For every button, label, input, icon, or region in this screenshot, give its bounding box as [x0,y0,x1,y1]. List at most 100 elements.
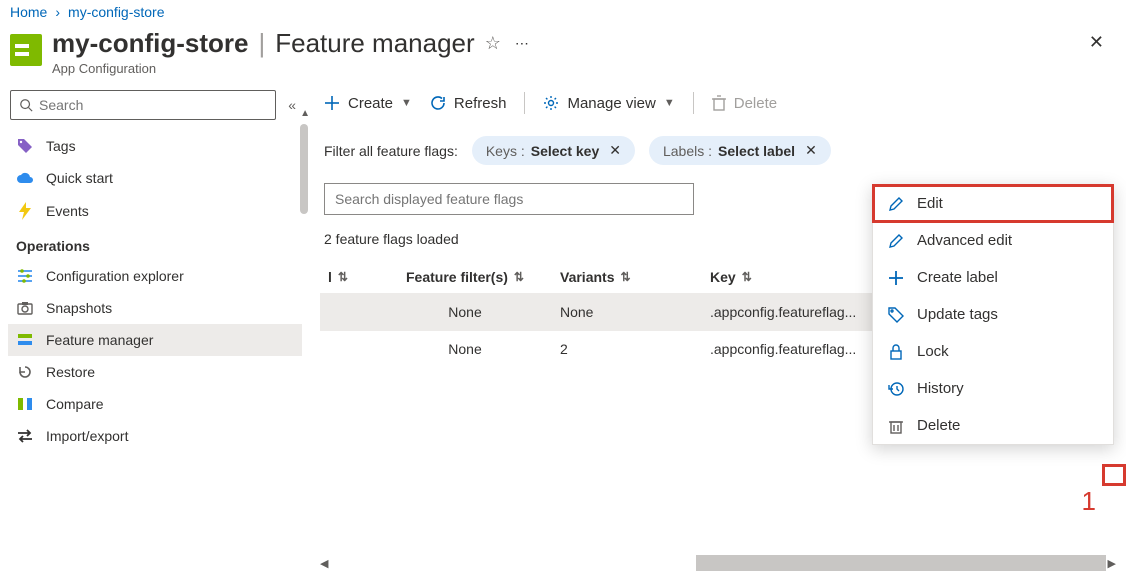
cell-filters: None [380,341,550,357]
menu-history[interactable]: History [873,370,1113,407]
cell-key: .appconfig.featureflag... [690,304,890,320]
camera-icon [16,301,34,315]
resource-type-label: App Configuration [52,61,1081,76]
close-button[interactable]: ✕ [1081,28,1112,57]
toolbar-divider [693,92,694,114]
sort-icon: ⇅ [514,270,524,284]
menu-create-label[interactable]: Create label [873,259,1113,296]
sort-icon: ⇅ [620,270,630,284]
pencil-icon [887,233,905,249]
scroll-right-icon[interactable]: ▶ [1106,557,1118,570]
more-actions-icon[interactable]: ⋯ [511,35,533,52]
pill-key: Keys : [486,143,525,159]
sidebar-item-quickstart[interactable]: Quick start [8,162,302,194]
menu-label: History [917,380,964,397]
toolbar-divider [524,92,525,114]
cell-variants: 2 [550,341,690,357]
search-flags-input[interactable] [335,191,683,207]
clear-filter-icon[interactable]: ✕ [609,142,621,159]
pill-value: Select label [718,143,795,159]
sidebar-label: Compare [46,396,104,412]
menu-label: Advanced edit [917,232,1012,249]
cell-variants: None [550,304,690,320]
clear-filter-icon[interactable]: ✕ [805,142,817,159]
sidebar-item-config-explorer[interactable]: Configuration explorer [8,260,302,292]
filter-pill-keys[interactable]: Keys : Select key ✕ [472,136,635,165]
menu-label: Lock [917,343,949,360]
compare-icon [16,396,34,412]
tag-icon [16,138,34,154]
refresh-icon [430,95,446,111]
sidebar-search-input[interactable] [39,97,267,113]
breadcrumb: Home › my-config-store [0,0,1126,26]
pill-key: Labels : [663,143,712,159]
menu-label: Edit [917,195,943,212]
menu-delete[interactable]: Delete [873,407,1113,444]
create-label: Create [348,95,393,112]
pencil-icon [887,196,905,212]
manage-label: Manage view [567,95,655,112]
main-content: Create ▼ Refresh Manage view ▼ Delete Fi… [310,84,1126,573]
filter-pill-labels[interactable]: Labels : Select label ✕ [649,136,831,165]
col-key[interactable]: Key⇅ [690,269,890,285]
refresh-button[interactable]: Refresh [430,95,507,112]
menu-label: Create label [917,269,998,286]
annotation-box-1 [1102,464,1126,486]
import-export-icon [16,428,34,444]
page-header: my-config-store | Feature manager ☆ ⋯ Ap… [0,26,1126,84]
sidebar-label: Feature manager [46,332,153,348]
cell-key: .appconfig.featureflag... [690,341,890,357]
breadcrumb-home[interactable]: Home [10,4,47,20]
collapse-sidebar-button[interactable]: « [284,93,300,117]
sidebar-scrollbar[interactable] [300,124,308,214]
sidebar-section-operations: Operations [8,228,302,260]
col-enabled[interactable]: l⇅ [320,269,380,285]
plus-icon [887,271,905,285]
sidebar-label: Import/export [46,428,128,444]
sidebar-item-feature-manager[interactable]: Feature manager [8,324,302,356]
filter-row: Filter all feature flags: Keys : Select … [320,122,1126,173]
search-flags[interactable] [324,183,694,215]
app-config-icon [10,34,42,66]
toolbar: Create ▼ Refresh Manage view ▼ Delete [320,84,1126,122]
plus-icon [324,95,340,111]
sidebar: « ▲ Tags Quick start Events Operations [0,84,310,573]
col-variants[interactable]: Variants⇅ [550,269,690,285]
sidebar-item-snapshots[interactable]: Snapshots [8,292,302,324]
pill-value: Select key [531,143,600,159]
context-menu: Edit Advanced edit Create label Update t… [872,184,1114,445]
flag-icon [16,332,34,348]
scroll-left-icon[interactable]: ◀ [318,557,330,570]
sidebar-item-compare[interactable]: Compare [8,388,302,420]
sort-icon: ⇅ [742,270,752,284]
history-icon [887,381,905,397]
favorite-star-icon[interactable]: ☆ [485,33,501,54]
manage-view-button[interactable]: Manage view ▼ [543,95,674,112]
menu-label: Update tags [917,306,998,323]
tag-icon [887,307,905,323]
sort-icon: ⇅ [338,270,348,284]
menu-lock[interactable]: Lock [873,333,1113,370]
menu-edit[interactable]: Edit [873,185,1113,222]
sidebar-search[interactable] [10,90,276,120]
search-icon [19,98,33,112]
sidebar-item-tags[interactable]: Tags [8,130,302,162]
sidebar-item-import-export[interactable]: Import/export [8,420,302,452]
create-button[interactable]: Create ▼ [324,95,412,112]
sidebar-label: Configuration explorer [46,268,184,284]
breadcrumb-store[interactable]: my-config-store [68,4,164,20]
menu-update-tags[interactable]: Update tags [873,296,1113,333]
trash-icon [887,418,905,434]
page-title: my-config-store [52,28,248,59]
menu-advanced-edit[interactable]: Advanced edit [873,222,1113,259]
restore-icon [16,364,34,380]
scroll-up-icon[interactable]: ▲ [300,108,310,119]
lightning-icon [16,202,34,220]
sidebar-item-events[interactable]: Events [8,194,302,228]
cell-filters: None [380,304,550,320]
chevron-right-icon: › [55,4,60,20]
sidebar-label: Snapshots [46,300,112,316]
chevron-down-icon: ▼ [401,97,412,109]
sidebar-item-restore[interactable]: Restore [8,356,302,388]
col-filters[interactable]: Feature filter(s)⇅ [380,269,550,285]
